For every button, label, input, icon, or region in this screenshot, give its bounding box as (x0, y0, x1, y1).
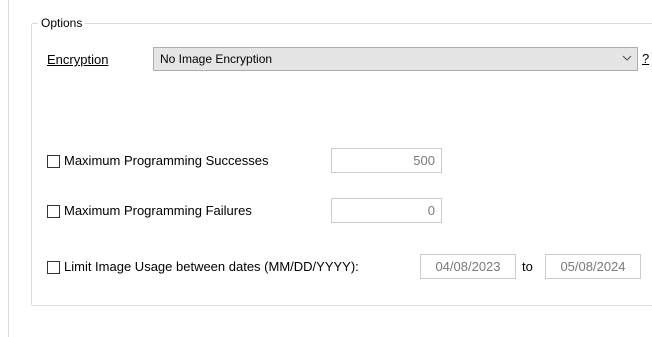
encryption-label[interactable]: Encryption (47, 52, 108, 68)
panel-left-border (8, 0, 9, 337)
max-failures-checkbox-row[interactable]: Maximum Programming Failures (47, 203, 252, 219)
max-successes-input[interactable]: 500 (331, 148, 442, 173)
date-range-to-label: to (522, 259, 533, 274)
end-date-input[interactable]: 05/08/2024 (545, 254, 641, 279)
encryption-selected-value: No Image Encryption (160, 52, 273, 66)
max-failures-input[interactable]: 0 (331, 198, 442, 223)
encryption-help-link[interactable]: ? (642, 51, 649, 67)
max-failures-checkbox[interactable] (47, 204, 60, 218)
date-limit-label: Limit Image Usage between dates (MM/DD/Y… (64, 259, 359, 274)
chevron-down-icon (622, 55, 632, 61)
max-successes-checkbox-row[interactable]: Maximum Programming Successes (47, 153, 268, 169)
options-group-title: Options (38, 15, 86, 31)
max-successes-checkbox[interactable] (47, 154, 60, 168)
date-limit-checkbox-row[interactable]: Limit Image Usage between dates (MM/DD/Y… (47, 259, 359, 275)
date-limit-checkbox[interactable] (47, 260, 60, 274)
encryption-dropdown[interactable]: No Image Encryption (153, 47, 638, 71)
max-failures-label: Maximum Programming Failures (64, 203, 252, 218)
start-date-input[interactable]: 04/08/2023 (420, 254, 516, 279)
max-successes-label: Maximum Programming Successes (64, 153, 269, 168)
